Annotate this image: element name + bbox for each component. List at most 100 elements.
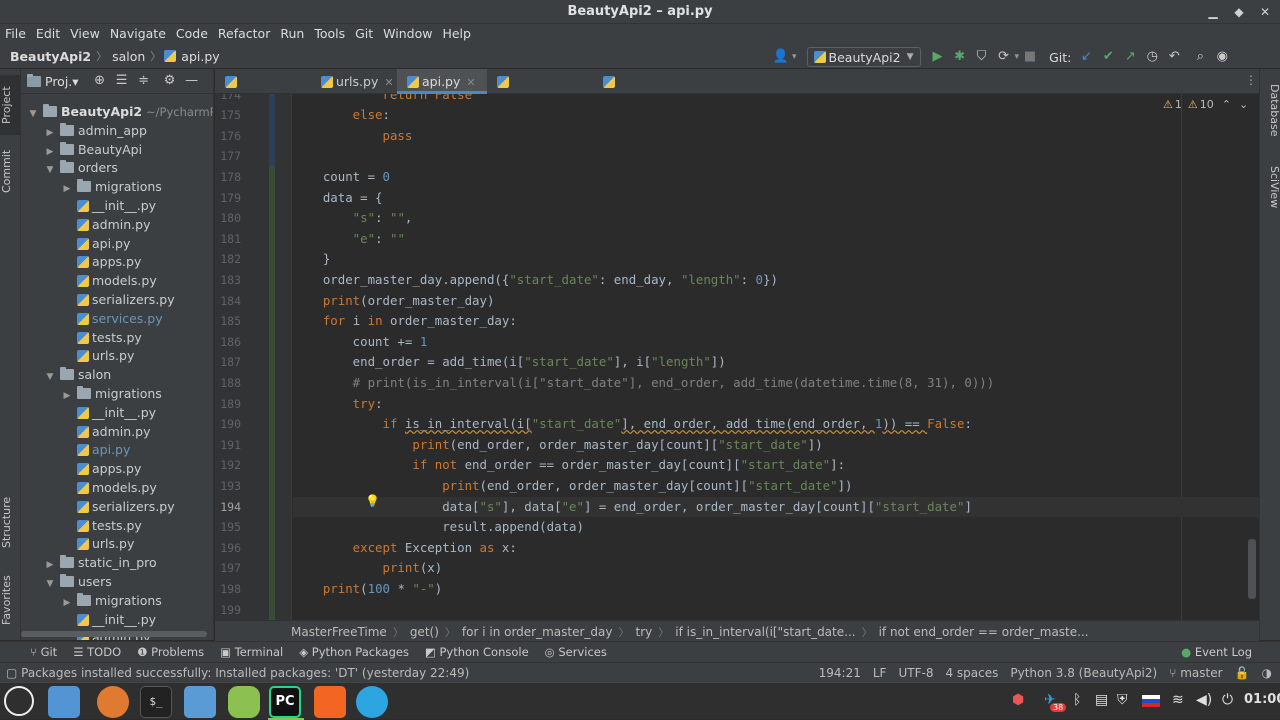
tree-folder[interactable]: ▼ BeautyApi2 ~/PycharmProj <box>21 102 213 121</box>
menu-edit[interactable]: Edit <box>31 24 65 44</box>
menu-run[interactable]: Run <box>275 24 309 44</box>
code-breadcrumb-item[interactable]: if not end_order == order_maste... <box>873 625 1095 639</box>
project-tool-tab[interactable]: Project <box>0 75 21 135</box>
caret-position[interactable]: 194:21 <box>813 666 867 680</box>
git-branch[interactable]: ⑂ master <box>1163 666 1228 680</box>
code-line[interactable]: end_order = add_time(i["start_date"], i[… <box>293 352 1259 373</box>
bluetooth-icon[interactable]: ᛒ <box>1073 692 1081 708</box>
tab-serializers[interactable]: serializers.py✕ <box>593 69 701 114</box>
tab-api[interactable]: api.py ✕ <box>397 69 487 94</box>
code-breadcrumb-item[interactable]: for i in order_master_day <box>456 625 619 639</box>
code-breadcrumb-item[interactable]: try <box>630 625 659 639</box>
tree-folder[interactable]: ▼ orders <box>21 158 213 177</box>
code-line[interactable]: count += 1 <box>293 332 1259 353</box>
menu-file[interactable]: File <box>0 24 31 44</box>
vcs-change-marker[interactable] <box>269 161 275 620</box>
code-editor[interactable]: ⚠ 1 ⚠ 10 ⌃ ⌄ return False else: pass count … <box>293 94 1259 620</box>
breadcrumb-file[interactable]: api.py <box>179 49 221 64</box>
collapse-all-icon[interactable]: ≑ <box>135 72 153 90</box>
code-breadcrumb-item[interactable]: MasterFreeTime <box>285 625 393 639</box>
rollback-icon[interactable]: ↶ <box>1165 48 1183 66</box>
maximize-icon[interactable]: ◆ <box>1229 0 1249 24</box>
code-line[interactable]: data["s"], data["e"] = end_order, order_… <box>293 496 1259 518</box>
file-manager-icon[interactable] <box>184 686 216 718</box>
menu-tools[interactable]: Tools <box>309 24 350 44</box>
chevron-down-icon[interactable]: ▾ <box>1015 52 1020 62</box>
tree-folder[interactable]: ▼ salon <box>21 365 213 384</box>
tree-file[interactable]: tests.py <box>21 516 213 535</box>
tree-file[interactable]: apps.py <box>21 252 213 271</box>
hide-icon[interactable]: — <box>183 72 201 90</box>
tree-folder[interactable]: ▼ users <box>21 572 213 591</box>
tab-models[interactable]: models.py✕ <box>215 69 311 114</box>
code-breadcrumb-item[interactable]: if is_in_interval(i["start_date... <box>669 625 861 639</box>
tab-services[interactable]: services.py✕ <box>487 69 593 114</box>
git-tool-button[interactable]: ⑂ Git <box>0 645 65 659</box>
lightbulb-icon[interactable]: 💡 <box>365 494 380 508</box>
menu-navigate[interactable]: Navigate <box>105 24 171 44</box>
breadcrumb-project[interactable]: BeautyApi2 <box>0 49 93 64</box>
status-message[interactable]: ▢ Packages installed successfully: Insta… <box>0 666 475 680</box>
code-line[interactable]: "e": "" <box>293 229 1259 250</box>
code-line[interactable]: order_master_day.append({"start_date": e… <box>293 270 1259 291</box>
code-line[interactable]: result.append(data) <box>293 517 1259 538</box>
code-line[interactable]: return False <box>293 94 1259 105</box>
history-icon[interactable]: ◷ <box>1143 48 1161 66</box>
line-separator[interactable]: LF <box>867 666 893 680</box>
desktop-icon[interactable] <box>48 686 80 718</box>
indent-setting[interactable]: 4 spaces <box>939 666 1004 680</box>
sublime-icon[interactable] <box>314 686 346 718</box>
clock[interactable]: 01:00 <box>1244 692 1280 707</box>
menu-view[interactable]: View <box>65 24 105 44</box>
tree-file[interactable]: __init__.py <box>21 610 213 629</box>
tree-folder[interactable]: ▶ migrations <box>21 591 213 610</box>
project-view-select[interactable]: Proj.▾ <box>45 74 79 89</box>
coverage-icon[interactable]: ⛉ <box>973 48 991 66</box>
code-line[interactable] <box>293 146 1259 167</box>
keyboard-layout-flag-icon[interactable] <box>1142 695 1160 707</box>
services-tool-button[interactable]: ◎ Services <box>537 645 615 659</box>
close-tab-icon[interactable]: ✕ <box>384 76 393 89</box>
tree-file[interactable]: admin.py <box>21 215 213 234</box>
todo-tool-button[interactable]: ☰ TODO <box>65 645 129 659</box>
power-icon[interactable]: ⏻ <box>1222 692 1233 708</box>
firefox-icon[interactable] <box>97 686 129 718</box>
tree-folder[interactable]: ▶ admin_app <box>21 121 213 140</box>
expand-all-icon[interactable]: ☰ <box>113 72 131 90</box>
python-packages-tool-button[interactable]: ◈ Python Packages <box>291 645 417 659</box>
code-line[interactable]: } <box>293 249 1259 270</box>
pycharm-icon[interactable]: PC <box>269 686 301 718</box>
python-console-tool-button[interactable]: ◩ Python Console <box>417 645 537 659</box>
code-line[interactable]: pass <box>293 126 1259 147</box>
tree-file[interactable]: urls.py <box>21 534 213 553</box>
search-icon[interactable]: ⌕ <box>1191 48 1209 66</box>
tree-file[interactable]: admin.py <box>21 422 213 441</box>
code-line[interactable]: print(order_master_day) <box>293 291 1259 312</box>
close-tab-icon[interactable]: ✕ <box>466 76 475 89</box>
tray-app-icon[interactable]: ⬢ <box>1012 692 1024 708</box>
close-icon[interactable]: ✕ <box>1255 0 1275 24</box>
stop-icon[interactable]: ■ <box>1021 48 1039 66</box>
locate-icon[interactable]: ⊕ <box>91 72 109 90</box>
user-icon[interactable]: 👤 <box>772 48 790 66</box>
tree-folder[interactable]: ▶ migrations <box>21 384 213 403</box>
code-line[interactable]: if is_in_interval(i["start_date"], end_o… <box>293 414 1259 435</box>
run-config-select[interactable]: BeautyApi2 ▼ <box>806 47 921 67</box>
menu-code[interactable]: Code <box>171 24 213 44</box>
terminal-tool-button[interactable]: ▣ Terminal <box>212 645 291 659</box>
ide-update-icon[interactable]: ◉ <box>1213 48 1231 66</box>
code-line[interactable]: print(end_order, order_master_day[count]… <box>293 476 1259 497</box>
code-line[interactable]: print(x) <box>293 558 1259 579</box>
code-line[interactable]: try: <box>293 394 1259 415</box>
tree-file[interactable]: serializers.py <box>21 497 213 516</box>
tree-folder[interactable]: ▶ static_in_pro <box>21 553 213 572</box>
code-line[interactable]: count = 0 <box>293 167 1259 188</box>
code-line[interactable]: print(100 * "-") <box>293 579 1259 600</box>
clipboard-icon[interactable]: ▤ <box>1095 692 1108 708</box>
tree-file[interactable]: services.py <box>21 309 213 328</box>
mint-menu-icon[interactable] <box>4 686 34 716</box>
menu-refactor[interactable]: Refactor <box>213 24 275 44</box>
shield-icon[interactable]: ⛨ <box>1117 692 1128 708</box>
wifi-icon[interactable]: ≋ <box>1172 692 1184 708</box>
vcs-modified-marker[interactable] <box>269 94 275 166</box>
